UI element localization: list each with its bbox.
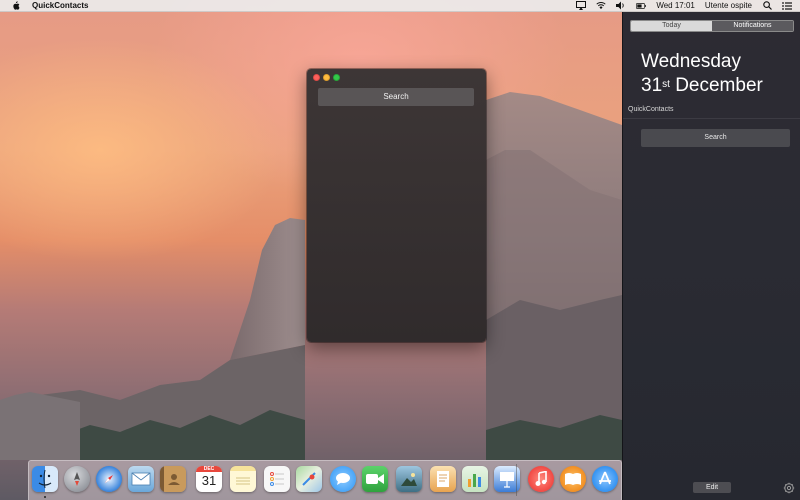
numbers-icon[interactable] xyxy=(462,466,488,492)
search-button[interactable]: Search xyxy=(318,88,474,106)
app-store-icon[interactable] xyxy=(592,466,618,492)
widget-title: QuickContacts xyxy=(628,106,674,113)
airplay-icon[interactable] xyxy=(576,1,587,11)
wifi-icon[interactable] xyxy=(596,1,606,11)
safari-icon[interactable] xyxy=(96,466,122,492)
calendar-icon[interactable]: DEC 31 xyxy=(196,466,222,492)
pages-icon[interactable] xyxy=(430,466,456,492)
notes-icon[interactable] xyxy=(230,466,256,492)
tab-today[interactable]: Today xyxy=(631,21,712,31)
calendar-day: 31 xyxy=(201,473,217,488)
weekday-label: Wednesday xyxy=(641,51,741,72)
date-label: 31st December xyxy=(641,74,763,98)
edit-button[interactable]: Edit xyxy=(693,482,731,493)
maps-icon[interactable] xyxy=(296,466,322,492)
menu-extras: Wed 17:01 Utente ospite xyxy=(571,0,800,12)
contacts-icon[interactable] xyxy=(160,466,186,492)
spotlight-search-icon[interactable] xyxy=(762,1,772,11)
itunes-icon[interactable] xyxy=(528,466,554,492)
quickcontacts-window: Search xyxy=(307,69,486,342)
finder-running-indicator xyxy=(44,496,46,498)
app-menu-name[interactable]: QuickContacts xyxy=(32,1,88,10)
finder-icon[interactable] xyxy=(32,466,58,492)
tab-notifications[interactable]: Notifications xyxy=(712,21,793,31)
launchpad-icon[interactable] xyxy=(64,466,90,492)
menu-bar: QuickContacts Wed 17:01 Utente ospite xyxy=(0,0,800,12)
volume-icon[interactable] xyxy=(616,1,626,11)
window-close-button[interactable] xyxy=(313,74,320,81)
messages-icon[interactable] xyxy=(330,466,356,492)
window-zoom-button[interactable] xyxy=(333,74,340,81)
menu-clock[interactable]: Wed 17:01 xyxy=(656,1,695,10)
day-suffix: st xyxy=(662,79,670,90)
photos-icon[interactable] xyxy=(396,466,422,492)
ibooks-icon[interactable] xyxy=(560,466,586,492)
day-number: 31 xyxy=(641,75,663,96)
facetime-icon[interactable] xyxy=(362,466,388,492)
window-minimize-button[interactable] xyxy=(323,74,330,81)
reminders-icon[interactable] xyxy=(264,466,290,492)
widget-search-button[interactable]: Search xyxy=(641,129,790,147)
battery-icon[interactable] xyxy=(636,1,647,11)
mail-icon[interactable] xyxy=(128,466,154,492)
gear-icon[interactable] xyxy=(783,481,795,494)
date-header: Wednesday 31st December xyxy=(641,50,763,98)
notification-center-icon[interactable] xyxy=(782,1,792,11)
notification-center-panel: Today Notifications Wednesday 31st Decem… xyxy=(622,12,800,500)
dock-separator xyxy=(516,464,517,496)
month-label: December xyxy=(675,75,763,96)
apple-menu-icon[interactable] xyxy=(11,1,21,11)
window-controls xyxy=(313,74,340,81)
notification-center-tabs: Today Notifications xyxy=(630,20,794,32)
user-menu[interactable]: Utente ospite xyxy=(705,1,752,10)
widget-divider xyxy=(623,118,800,119)
